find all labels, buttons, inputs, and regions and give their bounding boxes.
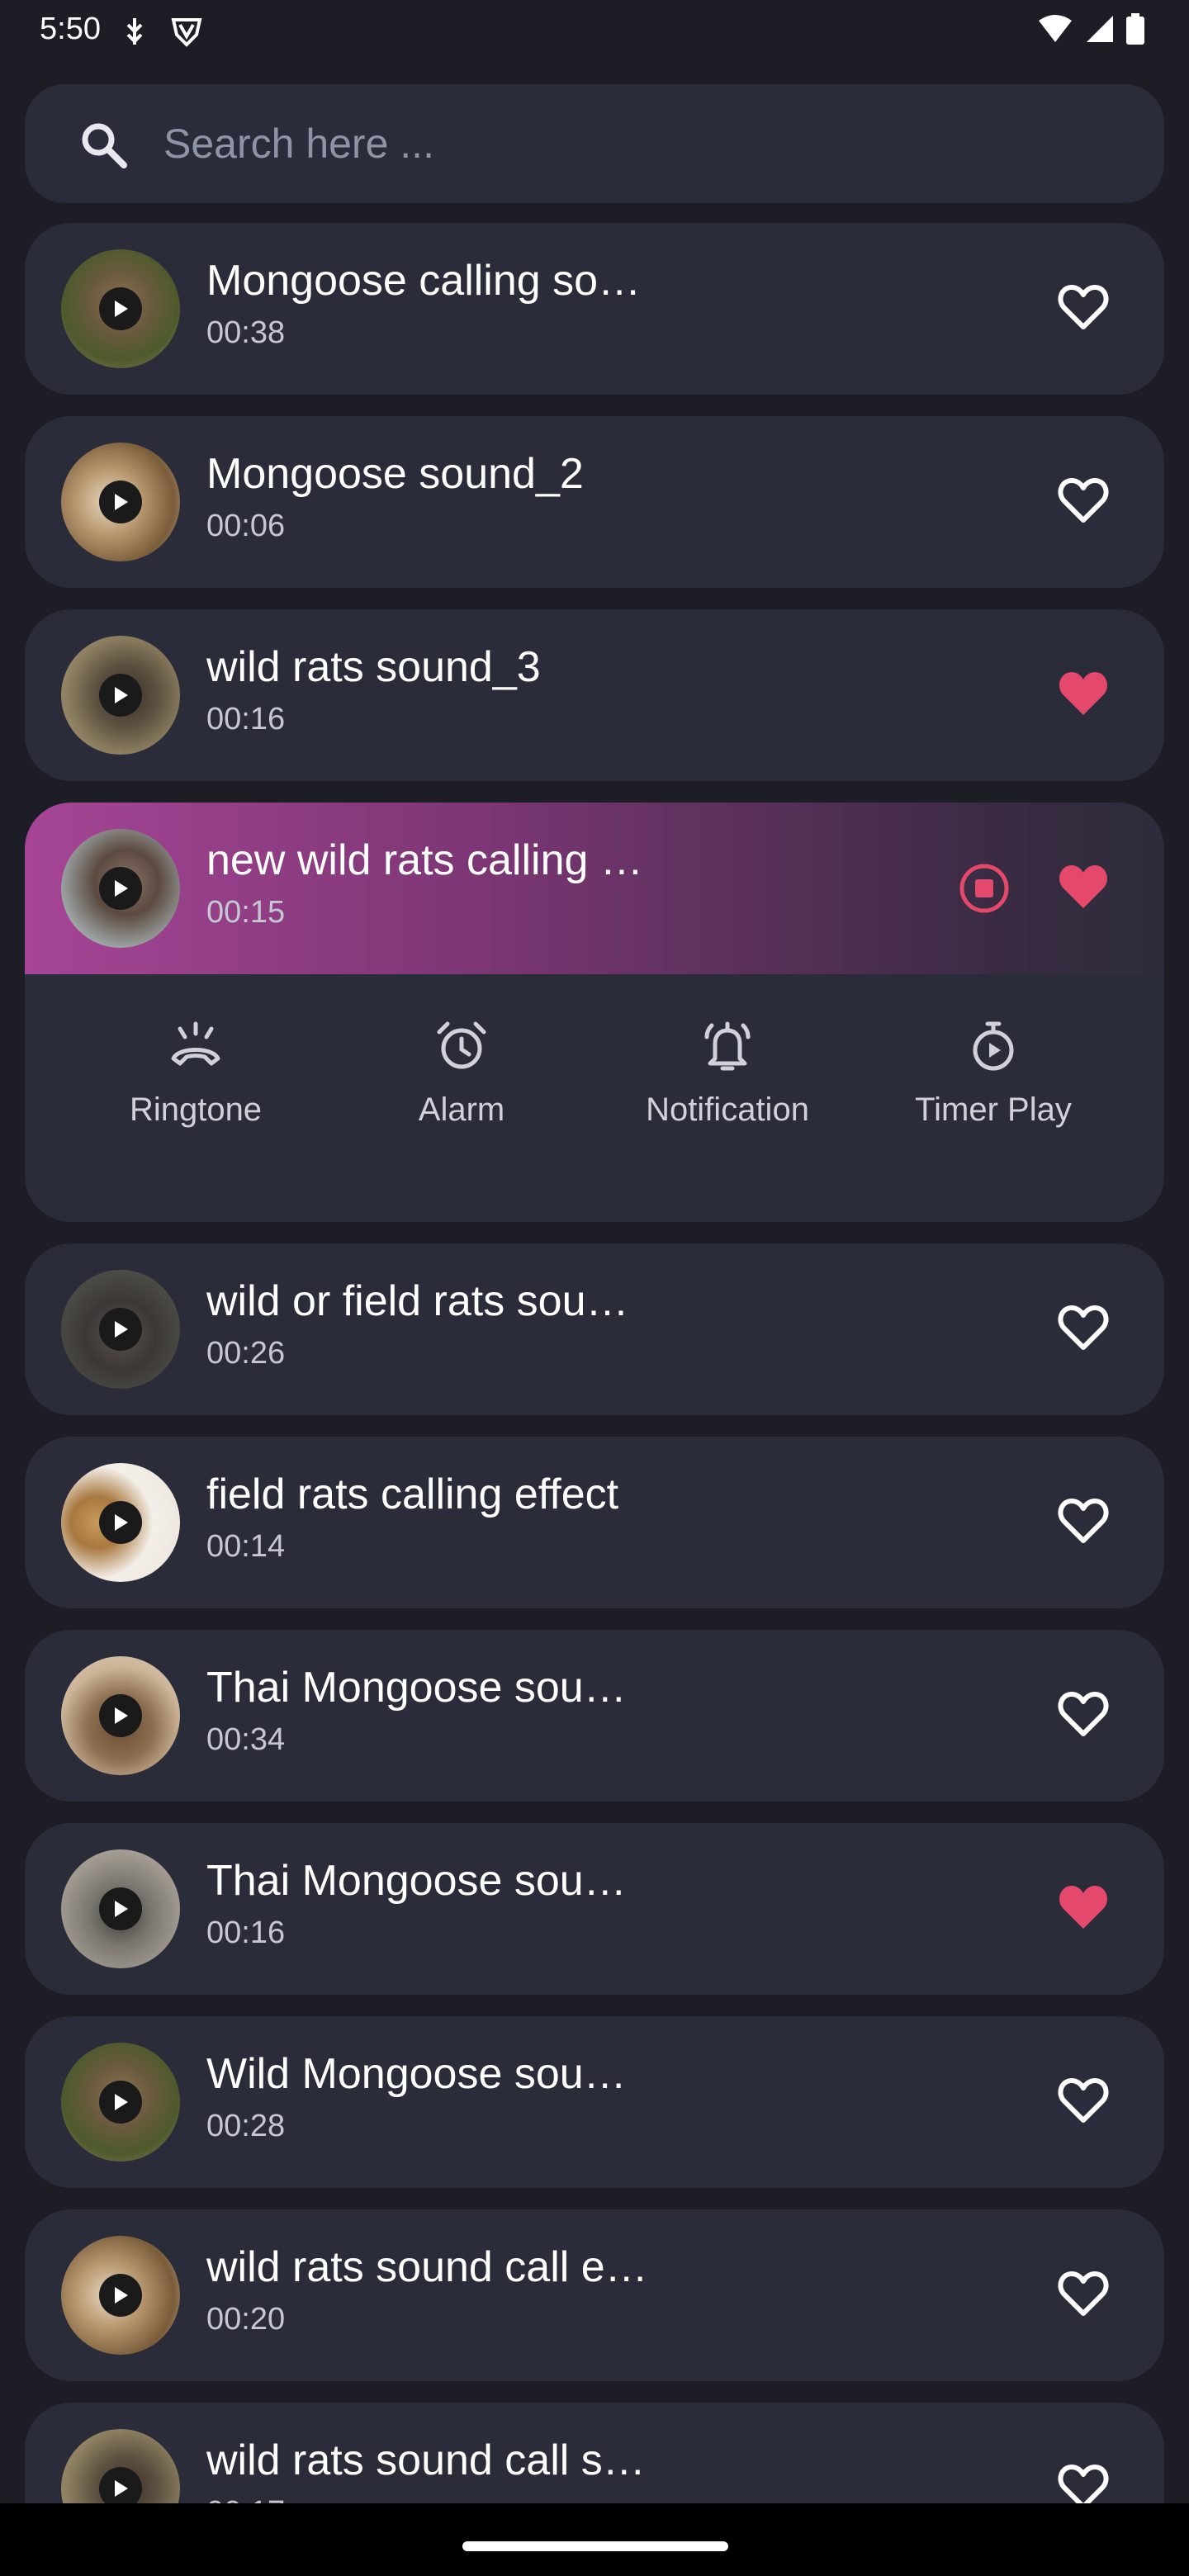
favorite-filled-icon[interactable] [1057,669,1110,718]
favorite-filled-icon[interactable] [1057,1882,1110,1932]
sound-card[interactable]: Mongoose sound_2 00:06 [25,416,1164,588]
wifi-icon [1039,15,1072,42]
sound-card[interactable]: wild or field rats sou… 00:26 [25,1243,1164,1415]
sound-title: wild rats sound call s… [206,2436,646,2484]
sound-title: wild rats sound call e… [206,2243,648,2291]
favorite-filled-icon[interactable] [1057,862,1110,912]
sound-thumbnail[interactable] [61,2043,180,2162]
action-label: Notification [646,1091,809,1128]
set-alarm-button[interactable]: Alarm [329,974,594,1222]
sound-card[interactable]: Mongoose calling so… 00:38 [25,223,1164,395]
status-bar: 5:50 [0,0,1189,59]
signal-icon [1087,16,1113,42]
sound-duration: 00:20 [206,2302,286,2337]
sound-duration: 00:16 [206,702,286,736]
sound-title: new wild rats calling … [206,836,643,884]
sound-duration: 00:34 [206,1722,286,1757]
sound-thumbnail[interactable] [61,2429,180,2503]
sound-title: Thai Mongoose sou… [206,1664,627,1712]
sound-duration: 00:17 [206,2495,285,2503]
sound-title: Mongoose calling so… [206,257,642,305]
action-label: Timer Play [915,1091,1072,1128]
sound-card[interactable]: wild rats sound call s… 00:17 [25,2403,1164,2503]
play-icon[interactable] [99,1501,142,1544]
active-sound-card[interactable]: new wild rats calling … 00:15 Ringtone A… [25,803,1164,1222]
sound-title: wild or field rats sou… [206,1277,629,1325]
play-icon[interactable] [99,481,142,523]
favorite-outline-icon[interactable] [1057,1689,1110,1739]
play-icon[interactable] [99,2274,142,2317]
sound-thumbnail[interactable] [61,1849,180,1968]
sound-thumbnail[interactable] [61,829,180,948]
play-icon[interactable] [99,1308,142,1351]
set-notification-button[interactable]: Notification [594,974,860,1222]
sound-duration: 00:15 [206,895,286,930]
sound-card[interactable]: field rats calling effect 00:14 [25,1437,1164,1608]
favorite-outline-icon[interactable] [1057,1496,1110,1546]
sound-title: Wild Mongoose sou… [206,2050,627,2098]
timer-play-button[interactable]: Timer Play [860,974,1126,1222]
timer-play-icon [973,1021,1014,1071]
shield-app-icon [171,18,202,47]
sound-thumbnail[interactable] [61,1656,180,1775]
sound-card[interactable]: wild rats sound call e… 00:20 [25,2209,1164,2381]
usb-debug-icon [126,18,143,45]
sound-card[interactable]: wild rats sound_3 00:16 [25,609,1164,781]
set-ringtone-button[interactable]: Ringtone [63,974,329,1222]
action-label: Ringtone [129,1091,263,1128]
sound-title: wild rats sound_3 [206,643,541,691]
stop-icon[interactable] [958,862,1011,915]
sound-duration: 00:28 [206,2109,286,2143]
sound-title: field rats calling effect [206,1470,619,1518]
play-icon[interactable] [99,287,142,330]
favorite-outline-icon[interactable] [1057,2076,1110,2125]
sound-duration: 00:38 [206,315,286,350]
action-label: Alarm [418,1091,505,1128]
sound-thumbnail[interactable] [61,1463,180,1582]
sound-thumbnail[interactable] [61,443,180,561]
sound-title: Thai Mongoose sou… [206,1857,627,1905]
battery-icon [1126,13,1144,45]
play-icon[interactable] [99,674,142,717]
sound-actions: Ringtone Alarm Notification Timer Play [25,974,1164,1222]
system-nav-bar [0,2503,1189,2576]
sound-duration: 00:14 [206,1529,286,1564]
search-icon [82,123,127,168]
sound-title: Mongoose sound_2 [206,450,584,498]
favorite-outline-icon[interactable] [1057,2269,1110,2318]
status-time: 5:50 [40,12,101,46]
sound-card[interactable]: Wild Mongoose sou… 00:28 [25,2016,1164,2188]
home-gesture-handle[interactable] [462,2541,728,2551]
sound-thumbnail[interactable] [61,636,180,755]
play-icon[interactable] [99,1887,142,1930]
play-icon[interactable] [99,2081,142,2124]
play-icon[interactable] [99,1694,142,1737]
favorite-outline-icon[interactable] [1057,1303,1110,1352]
sound-card[interactable]: Thai Mongoose sou… 00:34 [25,1630,1164,1802]
sound-thumbnail[interactable] [61,249,180,368]
sound-thumbnail[interactable] [61,2236,180,2355]
search-input[interactable] [163,114,1113,173]
favorite-outline-icon[interactable] [1057,2462,1110,2503]
alarm-clock-icon [437,1021,486,1069]
favorite-outline-icon[interactable] [1057,282,1110,332]
sound-duration: 00:16 [206,1915,286,1950]
bell-ringing-icon [704,1021,751,1071]
sound-duration: 00:06 [206,509,286,543]
play-icon[interactable] [99,867,142,910]
sound-card[interactable]: Thai Mongoose sou… 00:16 [25,1823,1164,1995]
play-icon[interactable] [99,2467,142,2503]
search-bar[interactable] [25,84,1164,203]
sound-thumbnail[interactable] [61,1270,180,1389]
phone-ringing-icon [171,1021,220,1066]
active-sound-header[interactable]: new wild rats calling … 00:15 [25,803,1164,974]
sound-duration: 00:26 [206,1336,286,1371]
favorite-outline-icon[interactable] [1057,476,1110,525]
